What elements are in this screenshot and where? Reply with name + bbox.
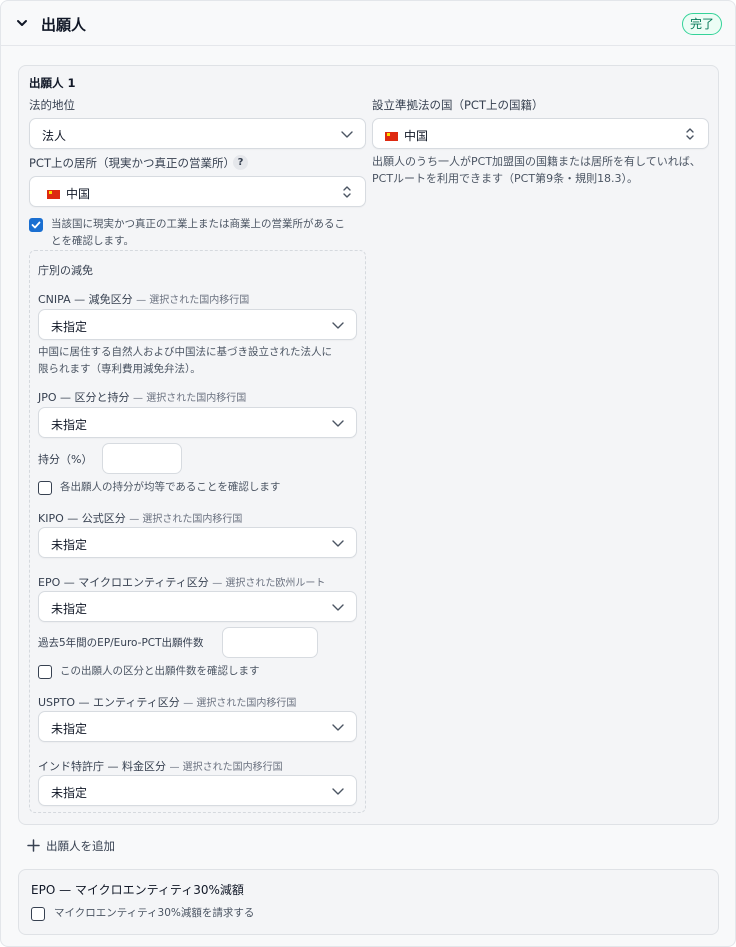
office-reductions-box: 庁別の減免 CNIPA — 減免区分 — 選択された国内移行国 未指定 中国に居…	[29, 250, 366, 813]
cnipa-note-line2: 限られます（専利費用減免弁法）。	[38, 363, 201, 375]
kipo-value: 未指定	[51, 538, 88, 552]
kipo-tag: — 選択された国内移行国	[129, 514, 243, 525]
chevron-down-icon	[332, 540, 344, 547]
confirm-establishment-line2: とを確認します。	[51, 235, 134, 247]
kipo-select[interactable]: 未指定	[38, 527, 357, 558]
confirm-establishment-checkbox[interactable]	[29, 218, 43, 232]
jpo-equal-share-checkbox[interactable]	[38, 481, 52, 495]
india-label-text: インド特許庁 — 料金区分	[38, 760, 166, 773]
india-value: 未指定	[51, 786, 88, 800]
nationality-note: 出願人のうち一人がPCT加盟国の国籍または居所を有していれば、PCTルートを利用…	[372, 155, 701, 185]
checkmark-icon	[31, 221, 41, 229]
india-tag: — 選択された国内移行国	[169, 762, 283, 773]
cnipa-label-text: CNIPA — 減免区分	[38, 293, 133, 306]
jpo-label-text: JPO — 区分と持分	[38, 391, 130, 404]
residence-label: PCT上の居所（現実かつ真正の営業所）	[29, 156, 235, 170]
chevron-down-icon	[332, 322, 344, 329]
kipo-label-text: KIPO — 公式区分	[38, 512, 126, 525]
epo-value: 未指定	[51, 602, 88, 616]
uspto-label-text: USPTO — エンティティ区分	[38, 696, 180, 709]
epo-count-label: 過去5年間のEP/Euro-PCT出願件数	[38, 637, 204, 649]
section-header[interactable]: 出願人 完了	[1, 1, 735, 46]
chevron-down-icon	[332, 788, 344, 795]
kipo-label: KIPO — 公式区分 — 選択された国内移行国	[38, 510, 242, 526]
section-title: 出願人	[41, 16, 87, 34]
epo-micro-title: EPO — マイクロエンティティ30%減額	[31, 883, 244, 897]
plus-icon	[27, 839, 40, 852]
jpo-label: JPO — 区分と持分 — 選択された国内移行国	[38, 389, 246, 405]
help-icon[interactable]: ?	[233, 155, 248, 170]
epo-label-text: EPO — マイクロエンティティ区分	[38, 576, 209, 589]
cnipa-note-line1: 中国に居住する自然人および中国法に基づき設立された法人に	[38, 346, 332, 358]
country-of-incorporation-label: 設立準拠法の国（PCT上の国籍）	[372, 98, 544, 112]
country-of-incorporation-value: 中国	[404, 129, 429, 143]
jpo-share-input[interactable]	[102, 443, 182, 474]
chevron-down-icon	[332, 604, 344, 611]
india-label: インド特許庁 — 料金区分 — 選択された国内移行国	[38, 758, 283, 774]
epo-micro-checkbox[interactable]	[31, 907, 45, 921]
china-flag-icon	[47, 190, 60, 199]
legal-status-select[interactable]: 法人	[29, 118, 366, 149]
india-select[interactable]: 未指定	[38, 775, 357, 806]
epo-confirm-checkbox[interactable]	[38, 665, 52, 679]
epo-micro-label: マイクロエンティティ30%減額を請求する	[54, 907, 255, 919]
uspto-tag: — 選択された国内移行国	[183, 698, 297, 709]
cnipa-note: 中国に居住する自然人および中国法に基づき設立された法人に 限られます（専利費用減…	[38, 344, 332, 378]
confirm-establishment-label: 当該国に現実かつ真正の工業上または商業上の営業所があるこ とを確認します。	[51, 216, 345, 250]
legal-status-label: 法的地位	[29, 98, 75, 112]
chevron-up-down-icon	[343, 186, 351, 198]
epo-select[interactable]: 未指定	[38, 591, 357, 622]
confirm-establishment-line1: 当該国に現実かつ真正の工業上または商業上の営業所があるこ	[51, 218, 345, 230]
cnipa-label: CNIPA — 減免区分 — 選択された国内移行国	[38, 291, 249, 307]
residence-value: 中国	[66, 187, 91, 201]
epo-label: EPO — マイクロエンティティ区分 — 選択された欧州ルート	[38, 574, 325, 590]
chevron-down-icon	[332, 724, 344, 731]
china-flag-icon	[385, 132, 398, 141]
jpo-share-label: 持分（%）	[38, 453, 93, 466]
status-badge: 完了	[682, 13, 723, 35]
epo-tag: — 選択された欧州ルート	[212, 578, 326, 589]
legal-status-value: 法人	[42, 129, 67, 143]
cnipa-tag: — 選択された国内移行国	[136, 295, 250, 306]
epo-count-input[interactable]	[222, 627, 318, 658]
chevron-down-icon[interactable]	[15, 16, 29, 30]
chevron-down-icon	[341, 131, 353, 138]
uspto-select[interactable]: 未指定	[38, 711, 357, 742]
applicant-heading: 出願人 1	[29, 76, 76, 90]
jpo-equal-share-label: 各出願人の持分が均等であることを確認します	[60, 481, 281, 493]
cnipa-select[interactable]: 未指定	[38, 309, 357, 340]
cnipa-value: 未指定	[51, 320, 88, 334]
uspto-value: 未指定	[51, 722, 88, 736]
applicant-section: 出願人 完了 出願人 1 法的地位 法人 設立準拠法の国（PCT上の国籍） 中国…	[0, 0, 736, 947]
jpo-select[interactable]: 未指定	[38, 407, 357, 438]
chevron-up-down-icon	[686, 128, 694, 140]
jpo-tag: — 選択された国内移行国	[133, 393, 247, 404]
uspto-label: USPTO — エンティティ区分 — 選択された国内移行国	[38, 694, 296, 710]
reductions-heading: 庁別の減免	[38, 264, 93, 277]
jpo-value: 未指定	[51, 418, 88, 432]
country-of-incorporation-select[interactable]: 中国	[372, 118, 709, 149]
add-applicant-label: 出願人を追加	[46, 839, 115, 853]
epo-confirm-label: この出願人の区分と出願件数を確認します	[60, 665, 260, 677]
chevron-down-icon	[332, 420, 344, 427]
epo-micro-card: EPO — マイクロエンティティ30%減額 マイクロエンティティ30%減額を請求…	[18, 869, 719, 935]
residence-select[interactable]: 中国	[29, 176, 366, 207]
